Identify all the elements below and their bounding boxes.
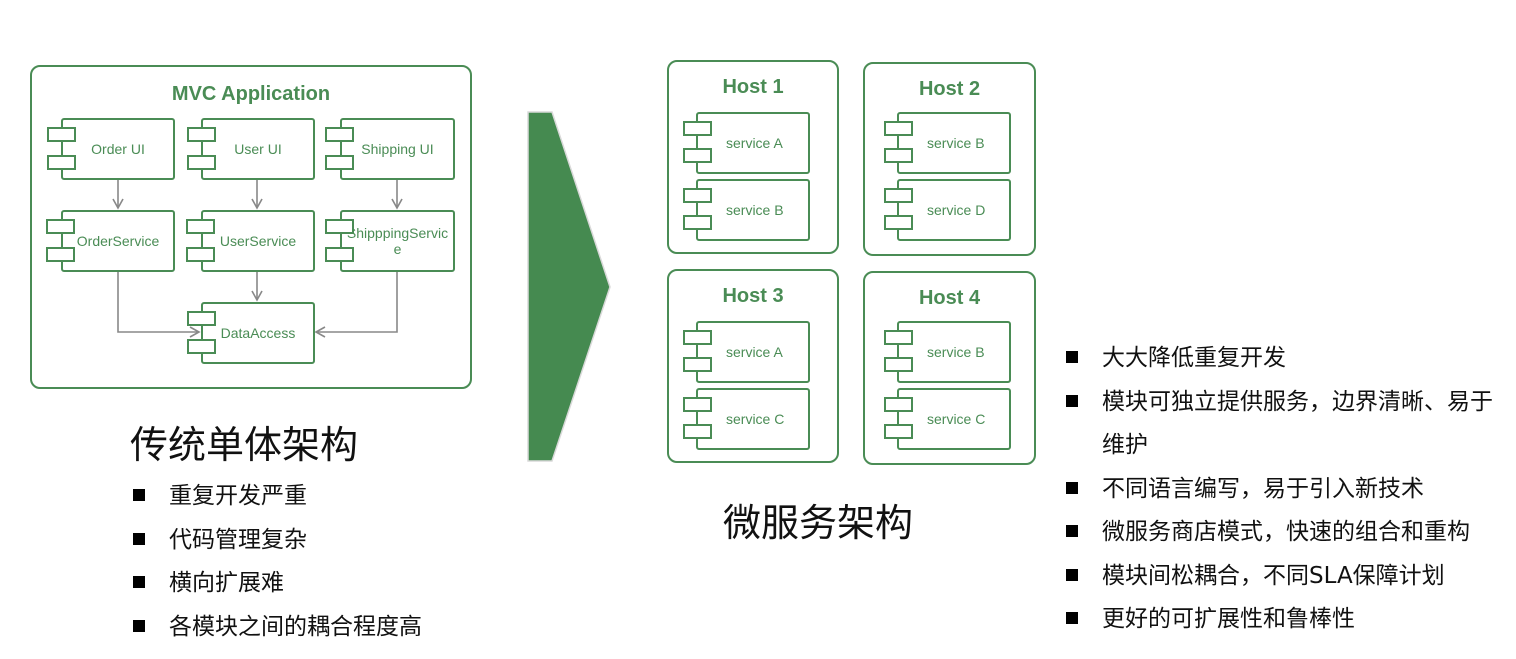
monolith-bullet-list: 重复开发严重 代码管理复杂 横向扩展难 各模块之间的耦合程度高 [133, 475, 422, 649]
bullet-square-icon [133, 576, 145, 588]
list-item: 大大降低重复开发 [1066, 337, 1511, 381]
component-port-icon [884, 330, 913, 345]
component-port-icon [47, 155, 76, 170]
bullet-square-icon [133, 489, 145, 501]
list-item: 模块可独立提供服务，边界清晰、易于维护 [1066, 381, 1511, 468]
component-label: OrderService [61, 210, 175, 272]
component-label: Order UI [61, 118, 175, 180]
component-port-icon [187, 127, 216, 142]
component-port-icon [884, 424, 913, 439]
bullet-text: 模块间松耦合，不同SLA保障计划 [1102, 562, 1445, 589]
component-port-icon [186, 219, 215, 234]
component-port-icon [683, 397, 712, 412]
list-item: 横向扩展难 [133, 562, 422, 606]
bullet-text: 横向扩展难 [169, 570, 284, 596]
component-port-icon [683, 121, 712, 136]
bullet-square-icon [133, 619, 145, 632]
component-port-icon [46, 247, 75, 262]
connector-shipping-service-to-data [314, 272, 398, 338]
bullet-text: 微服务商店模式，快速的组合和重构 [1102, 519, 1470, 545]
bullet-text: 各模块之间的耦合程度高 [169, 613, 422, 640]
component-port-icon [683, 357, 712, 372]
list-item: 不同语言编写，易于引入新技术 [1066, 468, 1511, 512]
component-port-icon [884, 215, 913, 230]
component-label: User UI [201, 118, 315, 180]
component-port-icon [186, 247, 215, 262]
list-item: 各模块之间的耦合程度高 [133, 606, 422, 650]
component-label: DataAccess [201, 302, 315, 364]
list-item: 模块间松耦合，不同SLA保障计划 [1066, 555, 1511, 599]
service-label: service A [696, 321, 810, 383]
component-port-icon [683, 148, 712, 163]
component-port-icon [683, 330, 712, 345]
component-port-icon [884, 188, 913, 203]
microservices-heading: 微服务架构 [723, 501, 914, 545]
bullet-text: 更好的可扩展性和鲁棒性 [1102, 606, 1355, 632]
bullet-square-icon [1066, 351, 1078, 363]
service-label: service C [696, 388, 810, 450]
list-item: 微服务商店模式，快速的组合和重构 [1066, 511, 1511, 555]
service-label: service A [696, 112, 810, 174]
bullet-square-icon [1066, 525, 1078, 537]
host-title: Host 1 [722, 76, 784, 98]
host-title: Host 2 [918, 78, 981, 100]
component-port-icon [47, 127, 76, 142]
component-label: UserService [201, 210, 315, 272]
list-item: 代码管理复杂 [133, 519, 422, 563]
component-port-icon [884, 397, 913, 412]
component-port-icon [325, 219, 354, 234]
bullet-square-icon [1066, 481, 1078, 494]
component-port-icon [683, 188, 712, 203]
component-port-icon [187, 339, 216, 354]
component-port-icon [46, 219, 75, 234]
service-label: service B [897, 112, 1011, 174]
bullet-square-icon [1066, 394, 1078, 407]
component-label: ShipppingService [340, 210, 455, 272]
microservices-bullet-list: 大大降低重复开发 模块可独立提供服务，边界清晰、易于维护 不同语言编写，易于引入… [1066, 337, 1511, 642]
host-title: Host 3 [722, 285, 784, 307]
bullet-square-icon [1066, 612, 1078, 624]
component-port-icon [325, 247, 354, 262]
component-port-icon [325, 155, 354, 170]
service-label: service B [897, 321, 1011, 383]
list-item: 重复开发严重 [133, 475, 422, 519]
component-port-icon [884, 357, 913, 372]
bullet-square-icon [133, 532, 145, 545]
bullet-text: 代码管理复杂 [169, 526, 307, 553]
bullet-text: 大大降低重复开发 [1102, 345, 1286, 371]
bullet-text: 不同语言编写，易于引入新技术 [1102, 475, 1424, 502]
component-port-icon [683, 424, 712, 439]
service-label: service B [696, 179, 810, 241]
host-title: Host 4 [918, 287, 981, 309]
bullet-square-icon [1066, 568, 1078, 581]
bullet-text: 重复开发严重 [169, 483, 307, 509]
service-label: service C [897, 388, 1011, 450]
service-label: service D [897, 179, 1011, 241]
component-port-icon [187, 155, 216, 170]
bullet-text: 模块可独立提供服务，边界清晰、易于维护 [1102, 388, 1493, 459]
component-label: Shipping UI [340, 118, 455, 180]
component-port-icon [884, 121, 913, 136]
component-port-icon [325, 127, 354, 142]
component-port-icon [884, 148, 913, 163]
monolith-heading: 传统单体架构 [130, 423, 359, 467]
list-item: 更好的可扩展性和鲁棒性 [1066, 598, 1511, 642]
component-port-icon [187, 311, 216, 326]
component-port-icon [683, 215, 712, 230]
